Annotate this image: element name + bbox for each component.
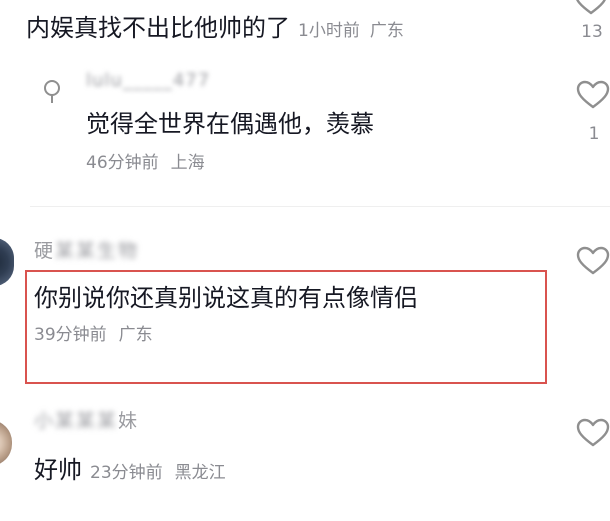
comment-item: 好帅 23分钟前 黑龙江 bbox=[34, 454, 226, 489]
comment-username[interactable]: 小某某某妹 bbox=[34, 406, 139, 433]
comment-item: 内娱真找不出比他帅的了 1小时前 广东 bbox=[26, 12, 404, 47]
comment-meta: 1小时前 广东 bbox=[298, 21, 404, 41]
username-blurred-part: 小某某某 bbox=[34, 410, 119, 432]
like-heart-icon[interactable] bbox=[574, 0, 608, 16]
comment-text: 内娱真找不出比他帅的了 bbox=[26, 14, 290, 42]
comment-location: 广东 bbox=[369, 21, 404, 41]
highlight-box bbox=[25, 270, 547, 384]
comment-time: 23分钟前 bbox=[90, 463, 163, 483]
avatar[interactable] bbox=[0, 420, 12, 466]
like-count: 13 bbox=[581, 22, 603, 42]
comment-meta: 23分钟前 黑龙江 bbox=[90, 463, 226, 483]
like-heart-icon[interactable] bbox=[576, 418, 610, 448]
avatar[interactable] bbox=[0, 238, 14, 286]
comment-location: 黑龙江 bbox=[174, 463, 226, 483]
reply-meta: 46分钟前 上海 bbox=[86, 148, 205, 173]
username-blurred-part: 某某生物 bbox=[55, 240, 140, 262]
comment-time: 1小时前 bbox=[298, 21, 360, 41]
like-heart-icon[interactable] bbox=[576, 246, 610, 276]
reply-location: 上海 bbox=[170, 153, 205, 173]
comment-text: 好帅 bbox=[34, 456, 82, 484]
divider bbox=[30, 206, 610, 207]
reply-avatar-icon[interactable] bbox=[44, 80, 60, 103]
comment-username[interactable]: 硬某某生物 bbox=[34, 236, 139, 263]
reply-username[interactable]: lulu_____477 bbox=[86, 70, 210, 91]
username-visible-part: 妹 bbox=[118, 410, 140, 432]
reply-like-count: 1 bbox=[588, 124, 600, 144]
username-visible-part: 硬 bbox=[34, 240, 56, 262]
reply-like-heart-icon[interactable] bbox=[576, 80, 610, 110]
reply-text: 觉得全世界在偶遇他，羡慕 bbox=[86, 110, 374, 138]
reply-time: 46分钟前 bbox=[86, 153, 159, 173]
